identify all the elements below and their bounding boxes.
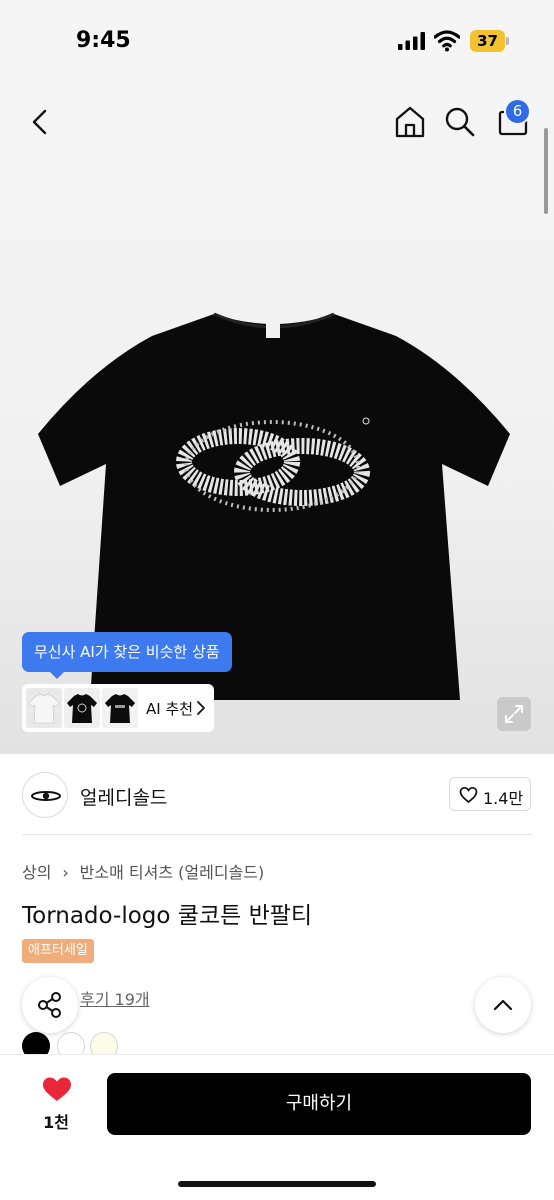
product-title: Tornado-logo 쿨코튼 반팔티	[22, 903, 313, 929]
home-icon[interactable]	[390, 102, 430, 142]
battery-level: 37	[470, 30, 505, 52]
expand-image-icon[interactable]	[497, 697, 531, 731]
battery-indicator: 37	[470, 30, 510, 52]
home-indicator[interactable]	[178, 1181, 376, 1187]
brand-like-button[interactable]: 1.4만	[449, 777, 531, 811]
search-icon[interactable]	[440, 102, 480, 142]
chevron-up-icon	[493, 999, 513, 1011]
cellular-signal-icon	[398, 32, 425, 50]
brand-name[interactable]: 얼레디솔드	[80, 783, 167, 810]
section-divider	[22, 834, 532, 835]
breadcrumb-subcategory[interactable]: 반소매 티셔츠 (얼레디솔드)	[80, 863, 265, 882]
share-icon	[38, 992, 61, 1018]
buy-button[interactable]: 구매하기	[107, 1073, 531, 1135]
reco-thumb-black-tee	[64, 688, 100, 728]
ai-recommend-button[interactable]: AI 추천	[22, 684, 214, 732]
status-time: 9:45	[76, 28, 131, 53]
reco-thumb-white-tee	[26, 688, 62, 728]
brand-like-count: 1.4만	[483, 789, 524, 808]
heart-outline-icon	[459, 786, 478, 804]
battery-tip	[506, 37, 509, 45]
share-button[interactable]	[22, 977, 78, 1033]
breadcrumb-separator-icon: ›	[62, 863, 69, 882]
ai-recommend-label: AI 추천	[146, 700, 194, 718]
breadcrumb: 상의 › 반소매 티셔츠 (얼레디솔드)	[22, 859, 264, 883]
brand-logo[interactable]	[22, 772, 68, 818]
wish-count: 1천	[43, 1113, 69, 1132]
status-bar: 9:45 37	[0, 0, 554, 84]
ai-similar-tooltip[interactable]: 무신사 AI가 찾은 비슷한 상품	[22, 632, 232, 679]
chevron-right-icon	[197, 701, 205, 715]
scroll-top-button[interactable]	[475, 977, 531, 1033]
reco-thumb-black-tee-2	[102, 688, 138, 728]
scrollbar[interactable]	[544, 128, 548, 214]
review-link[interactable]: 후기 19개	[80, 986, 150, 1010]
wifi-icon	[434, 30, 460, 52]
wish-button[interactable]: 1천	[30, 1076, 82, 1136]
cart-count-badge: 6	[504, 98, 531, 125]
heart-filled-icon	[43, 1077, 71, 1101]
sale-badge: 애프터세일	[22, 939, 94, 963]
breadcrumb-category[interactable]: 상의	[22, 863, 51, 882]
back-icon[interactable]	[22, 104, 58, 140]
